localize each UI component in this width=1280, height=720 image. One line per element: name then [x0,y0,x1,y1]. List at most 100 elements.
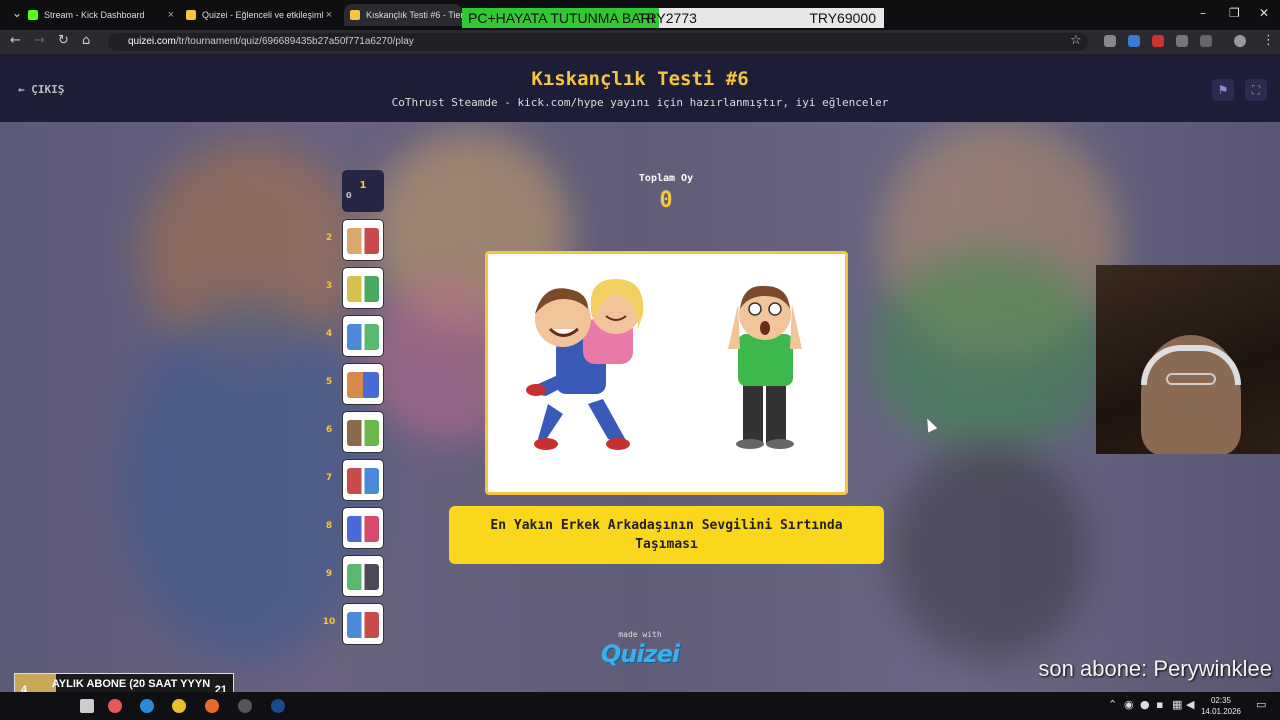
donation-bar-goal: TRY69000 [809,10,876,26]
thumbnail-image [342,603,384,645]
forward-icon[interactable]: → [34,33,45,48]
thumbnail-item[interactable]: 7 [322,459,386,501]
thumbnail-item[interactable]: 5 [322,363,386,405]
page-subtitle: CoThrust Steamde - kick.com/hype yayını … [391,96,889,109]
steam-icon[interactable] [271,699,285,713]
microphone-icon[interactable]: ● [1140,698,1150,711]
donation-bar-label: PC+HAYATA TUTUNMA BARI [462,8,659,28]
thumbnail-image [342,363,384,405]
windows-taskbar: ⌃ ◉ ● ▪ ▦ ◀ ▭ [0,692,1280,720]
tab-title: Kıskançlık Testi #6 - Tier List [366,10,462,20]
quizei-icon [186,10,196,20]
thumbnail-number: 5 [325,377,333,387]
network-icon[interactable]: ▦ [1172,698,1182,711]
question-image-card[interactable] [485,251,848,495]
kick-icon [28,10,38,20]
quizei-icon [350,10,360,20]
report-flag-button[interactable]: ⚑ [1212,79,1234,101]
thumbnail-number: 2 [325,233,333,243]
total-votes-label: Toplam Oy [638,173,694,184]
tab-kick-dashboard[interactable]: Stream - Kick Dashboard × [28,4,178,26]
url-host: quizei.com [128,36,176,47]
close-window-icon[interactable]: ✕ [1259,6,1269,20]
thumbnail-sub: 0 [346,191,352,200]
app-icon[interactable] [108,699,122,713]
home-icon[interactable]: ⌂ [82,33,90,48]
thumbnail-number: 10 [322,617,336,627]
thumbnail-current-box: 1 0 [342,170,384,212]
shocked-boy-figure [728,285,802,449]
fullscreen-button[interactable]: ⛶ [1245,79,1267,101]
piggyback-couple-figure [526,279,644,450]
thumbnail-image [342,459,384,501]
extension-icon[interactable] [1104,35,1116,47]
system-clock[interactable]: 02:35 14.01.2026 [1198,695,1244,717]
obs-icon[interactable] [238,699,252,713]
reload-icon[interactable]: ↻ [58,33,69,48]
tray-app-icon[interactable]: ◉ [1124,698,1134,711]
thumbnail-number: 6 [325,425,333,435]
option-caption-button[interactable]: En Yakın Erkek Arkadaşının Sevgilini Sır… [449,506,884,564]
made-with-label: made with [618,630,662,639]
edge-icon[interactable] [140,699,154,713]
thumbnail-item[interactable]: 2 [322,219,386,261]
thumbnail-item[interactable]: 6 [322,411,386,453]
firefox-icon[interactable] [205,699,219,713]
puzzle-icon[interactable] [1200,35,1212,47]
thumbnail-number: 3 [325,281,333,291]
donation-bar-current: TRY2773 [638,10,697,26]
task-view-icon[interactable] [80,699,94,713]
thumbnail-item[interactable]: 4 [322,315,386,357]
sub-goal-text: AYLIK ABONE (20 SAAT YYYN [51,678,211,690]
extension-icon[interactable] [1128,35,1140,47]
stream-donation-bar: PC+HAYATA TUTUNMA BARI TRY2773 TRY69000 [462,8,884,28]
background-figure [870,252,1110,452]
question-illustration [526,279,802,450]
thumbnail-number: 8 [325,521,333,531]
shield-icon[interactable] [1176,35,1188,47]
thumbnail-image [342,507,384,549]
close-icon[interactable]: × [326,9,332,21]
restore-icon[interactable]: ❐ [1229,6,1240,20]
tab-title: Stream - Kick Dashboard [44,10,145,20]
thumbnail-item[interactable]: 3 [322,267,386,309]
notification-icon[interactable]: ▭ [1256,698,1266,711]
menu-dots-icon[interactable]: ⋮ [1262,33,1275,48]
tray-chevron-icon[interactable]: ⌃ [1108,698,1117,711]
tab-kiskanclik-testi[interactable]: Kıskançlık Testi #6 - Tier List [344,4,462,26]
tab-quizei-home[interactable]: Quizei - Eğlenceli ve etkileşimli × [186,4,336,26]
thumbnail-image [342,219,384,261]
thumbnail-current[interactable]: 1 0 [322,170,386,212]
minimize-icon[interactable]: – [1200,6,1206,20]
close-icon[interactable]: × [168,9,174,21]
total-votes-value: 0 [659,188,673,213]
chrome-icon[interactable] [172,699,186,713]
thumbnail-image [342,411,384,453]
extension-icon[interactable] [1152,35,1164,47]
thumbnail-number: 9 [325,569,333,579]
last-subscriber-text: son abone: Perywinklee [1038,656,1272,681]
url-field[interactable]: quizei.com/tr/tournament/quiz/696689435b… [108,33,1088,51]
thumbnail-number: 4 [325,329,333,339]
thumbnail-image [342,267,384,309]
glasses-icon [1166,373,1216,385]
thumbnail-item[interactable]: 8 [322,507,386,549]
thumbnail-item[interactable]: 10 [322,603,386,645]
quizei-logo[interactable]: Quizei [598,640,682,668]
thumbnail-item[interactable]: 9 [322,555,386,597]
thumbnail-number: 7 [325,473,333,483]
url-path: /tr/tournament/quiz/696689435b27a50f771a… [175,36,414,47]
thumbnail-number: 1 [359,180,367,191]
volume-icon[interactable]: ◀ [1186,698,1194,711]
back-icon[interactable]: ← [10,33,21,48]
profile-avatar[interactable] [1234,35,1246,47]
thumbnail-image [342,315,384,357]
tab-title: Quizei - Eğlenceli ve etkileşimli [202,10,324,20]
address-bar-row: ← → ↻ ⌂ quizei.com/tr/tournament/quiz/69… [0,30,1280,54]
bookmark-star-icon[interactable]: ☆ [1070,33,1082,48]
clock-time: 02:35 [1210,696,1232,705]
background-figure [890,442,1090,662]
tab-search-icon[interactable]: ⌄ [12,6,22,20]
tray-app-icon[interactable]: ▪ [1156,698,1163,711]
page-title: Kıskançlık Testi #6 [531,68,749,90]
